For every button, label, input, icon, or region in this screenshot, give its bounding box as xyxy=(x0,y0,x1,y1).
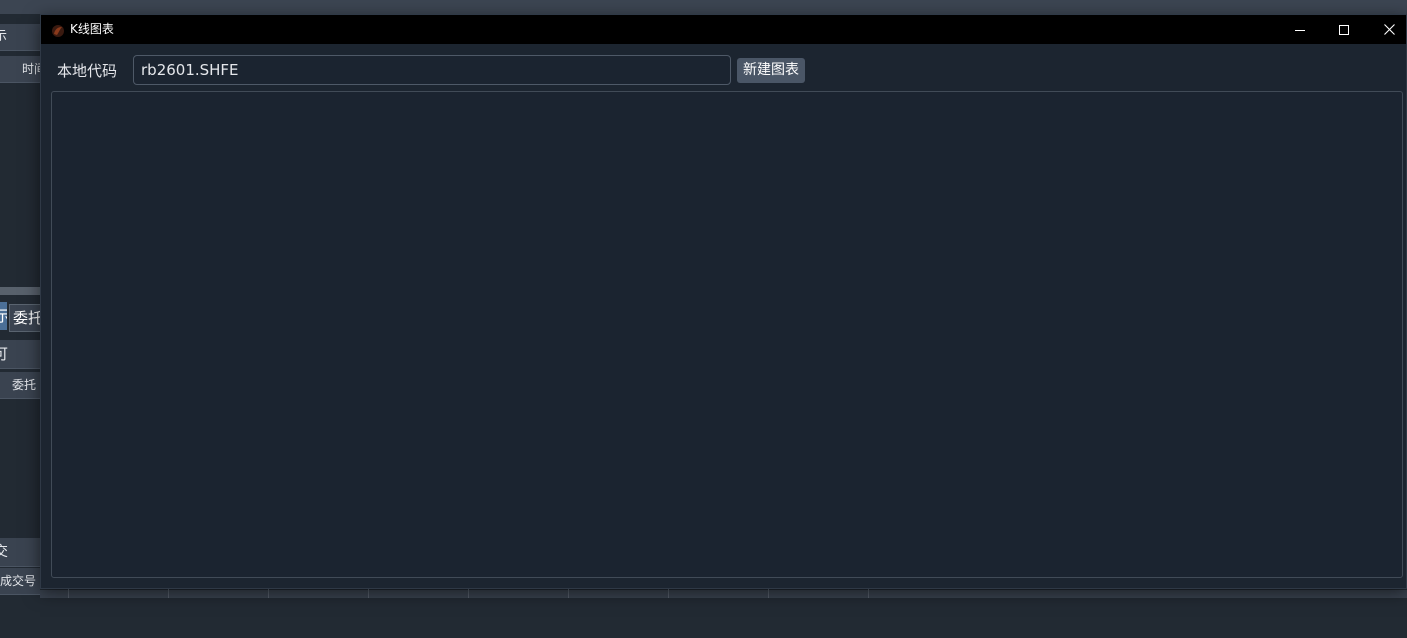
minimize-icon xyxy=(1295,20,1305,39)
background-column-divider xyxy=(468,588,469,598)
title-bar[interactable]: K线图表 xyxy=(41,15,1406,44)
background-trades-group-label: 交 xyxy=(0,544,8,560)
background-column-divider xyxy=(368,588,369,598)
window-title: K线图表 xyxy=(70,22,114,36)
background-column-trade-id[interactable]: 成交号 xyxy=(0,574,36,588)
minimize-button[interactable] xyxy=(1277,15,1323,44)
close-icon xyxy=(1383,20,1395,39)
background-column-divider xyxy=(668,588,669,598)
background-tab-orders[interactable]: 委托 xyxy=(9,304,41,332)
app-logo-icon xyxy=(51,23,65,37)
local-code-input[interactable] xyxy=(133,55,731,85)
background-column-time[interactable]: 时间 xyxy=(22,62,40,76)
background-filter-label: 可 xyxy=(0,345,8,363)
background-header-strip xyxy=(0,0,1407,14)
new-chart-button[interactable]: 新建图表 xyxy=(737,58,805,83)
background-column-divider xyxy=(768,588,769,598)
background-filter-bar: 可 xyxy=(0,340,40,369)
background-column-divider xyxy=(568,588,569,598)
background-column-divider xyxy=(68,588,69,598)
chart-area[interactable] xyxy=(51,91,1403,578)
background-column-order[interactable]: 委托 xyxy=(12,378,36,392)
background-trades-header[interactable]: 成交号 xyxy=(0,568,40,595)
maximize-icon xyxy=(1339,20,1349,39)
background-group-header-label: 示 xyxy=(0,29,7,44)
background-table-header[interactable]: 时间 xyxy=(0,56,40,83)
background-group-header: 示 xyxy=(0,24,40,51)
background-column-divider xyxy=(268,588,269,598)
kline-chart-window: K线图表 本地代码 新建图表 xyxy=(40,14,1407,589)
background-column-divider xyxy=(868,588,869,598)
background-tab-active[interactable]: 示 xyxy=(0,302,7,330)
background-tab-orders-label: 委托 xyxy=(13,309,41,327)
local-code-label: 本地代码 xyxy=(57,62,118,80)
background-trades-group: 交 xyxy=(0,538,40,567)
background-tab-active-label: 示 xyxy=(0,307,7,325)
background-column-divider xyxy=(168,588,169,598)
maximize-button[interactable] xyxy=(1321,15,1367,44)
background-splitter[interactable] xyxy=(0,287,40,295)
background-orders-header[interactable]: 委托 xyxy=(0,372,40,399)
background-column-header-strip xyxy=(40,590,1407,598)
background-footer xyxy=(0,598,1407,638)
close-button[interactable] xyxy=(1366,15,1407,44)
